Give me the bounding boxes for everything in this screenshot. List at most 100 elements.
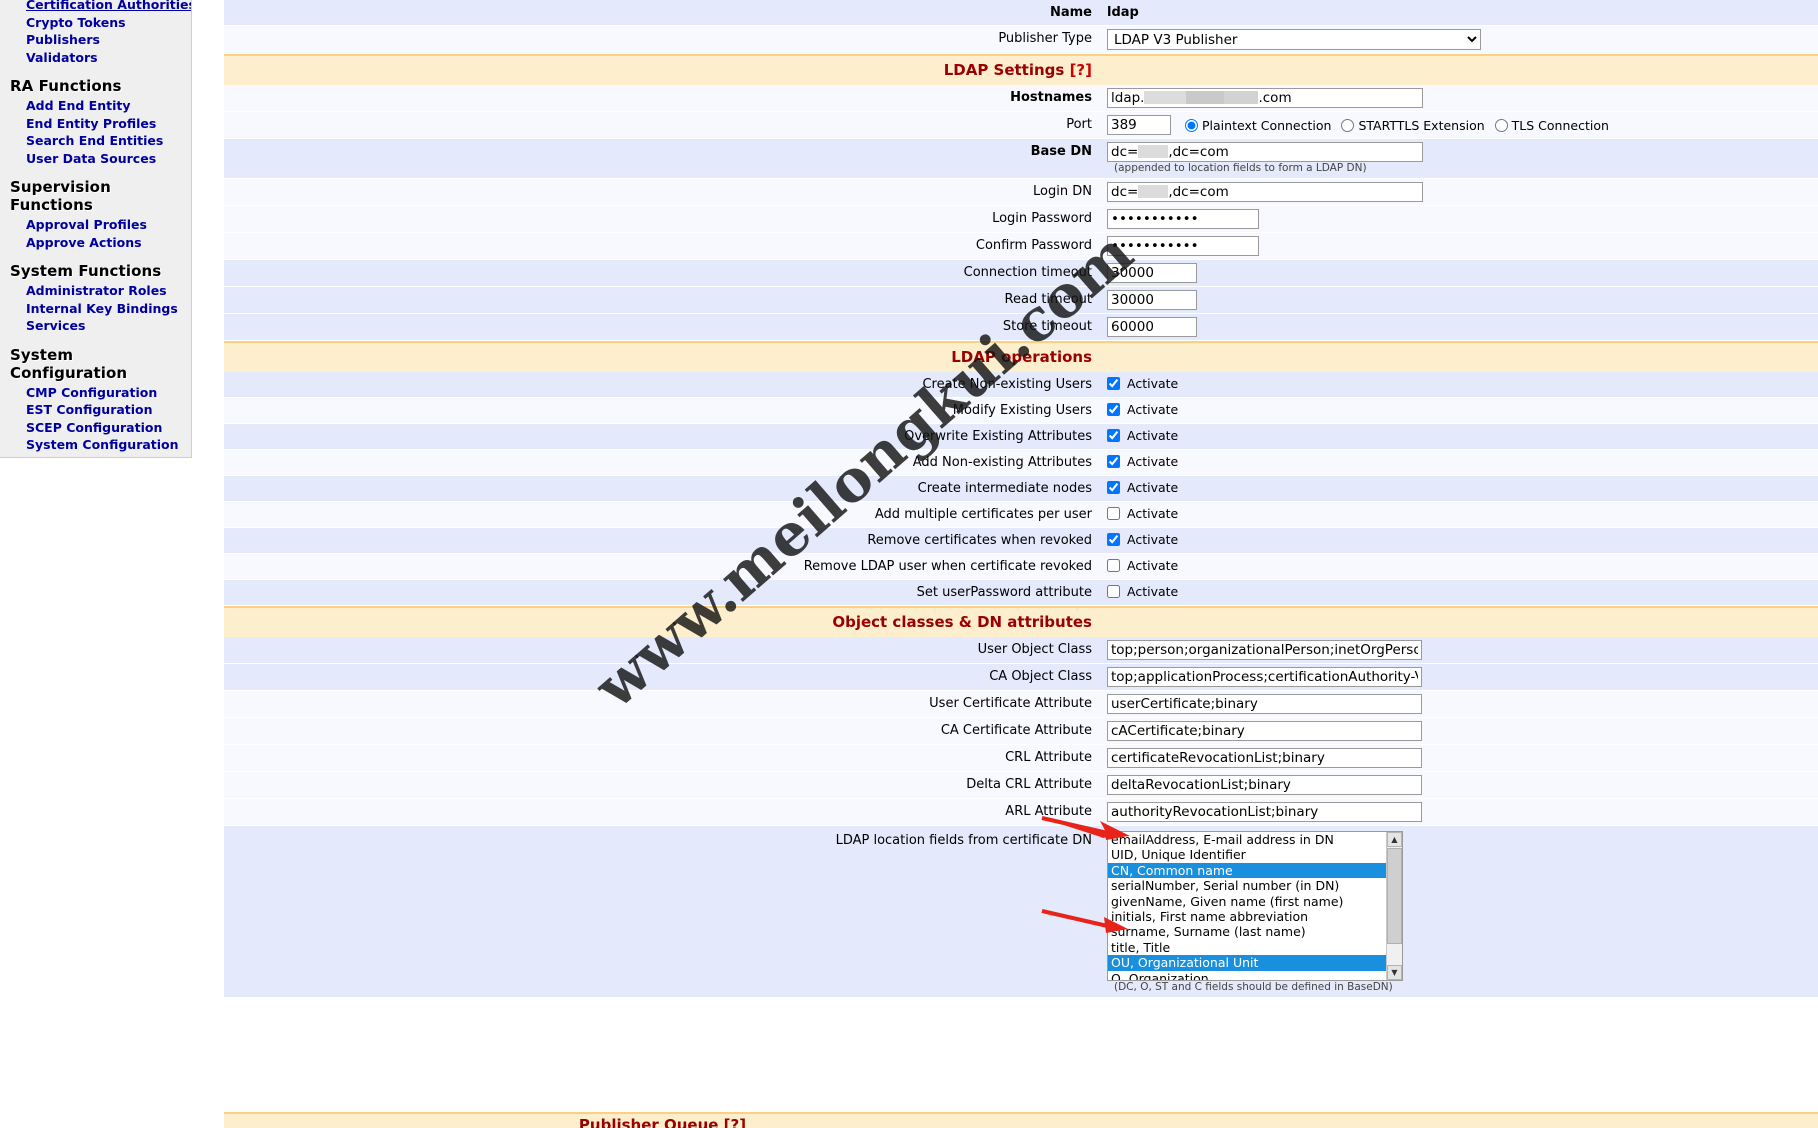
scroll-down-arrow-icon[interactable]: ▼ bbox=[1387, 965, 1402, 980]
option-cn[interactable]: CN, Common name bbox=[1108, 862, 1386, 879]
connection-timeout-input[interactable] bbox=[1107, 263, 1197, 283]
checkbox-input[interactable] bbox=[1107, 584, 1120, 598]
section-ldap-operations: LDAP operations bbox=[224, 341, 1818, 372]
row-ca-certificate-attribute: CA Certificate Attribute bbox=[224, 718, 1818, 745]
confirm-password-input[interactable]: ••••••••••• bbox=[1107, 236, 1259, 256]
checkbox-input[interactable] bbox=[1107, 402, 1120, 416]
label-add-non-existing-attributes: Add Non-existing Attributes bbox=[912, 455, 1092, 470]
row-set-userpassword-attribute: Set userPassword attribute Activate bbox=[224, 580, 1818, 606]
checkbox-input[interactable] bbox=[1107, 376, 1120, 390]
ca-object-class-input[interactable] bbox=[1107, 667, 1422, 687]
option-surname[interactable]: surname, Surname (last name) bbox=[1108, 924, 1386, 939]
row-remove-certificates-when-revoked: Remove certificates when revoked Activat… bbox=[224, 528, 1818, 554]
row-ca-object-class: CA Object Class bbox=[224, 664, 1818, 691]
publisher-type-select[interactable]: LDAP V3 Publisher bbox=[1107, 29, 1481, 50]
radio-input-tls[interactable] bbox=[1494, 118, 1508, 132]
label-login-dn: Login DN bbox=[1033, 184, 1092, 199]
option-emailaddress[interactable]: emailAddress, E-mail address in DN bbox=[1108, 832, 1386, 847]
sidebar-item-approval-profiles[interactable]: Approval Profiles bbox=[0, 216, 191, 234]
checkbox-input[interactable] bbox=[1107, 428, 1120, 442]
radio-starttls-extension[interactable]: STARTTLS Extension bbox=[1341, 118, 1485, 133]
listbox-options[interactable]: emailAddress, E-mail address in DN UID, … bbox=[1108, 832, 1386, 980]
row-user-certificate-attribute: User Certificate Attribute bbox=[224, 691, 1818, 718]
option-title[interactable]: title, Title bbox=[1108, 940, 1386, 955]
checkbox-add-multiple-certificates-per-user[interactable]: Activate bbox=[1107, 506, 1178, 521]
checkbox-input[interactable] bbox=[1107, 532, 1120, 546]
hint-ldap-location-fields: (DC, O, ST and C fields should be define… bbox=[1114, 981, 1393, 993]
scroll-up-arrow-icon[interactable]: ▲ bbox=[1387, 832, 1402, 847]
sidebar-item-crypto-tokens[interactable]: Crypto Tokens bbox=[0, 14, 191, 32]
checkbox-label: Activate bbox=[1127, 531, 1179, 547]
radio-plaintext-connection[interactable]: Plaintext Connection bbox=[1185, 118, 1331, 133]
port-input[interactable] bbox=[1107, 115, 1171, 135]
arl-attribute-input[interactable] bbox=[1107, 802, 1422, 822]
crl-attribute-input[interactable] bbox=[1107, 748, 1422, 768]
user-certificate-attribute-input[interactable] bbox=[1107, 694, 1422, 714]
sidebar-item-certification-authorities[interactable]: Certification Authorities bbox=[0, 0, 191, 14]
checkbox-input[interactable] bbox=[1107, 506, 1120, 520]
checkbox-label: Activate bbox=[1127, 453, 1179, 469]
row-overwrite-existing-attributes: Overwrite Existing Attributes Activate bbox=[224, 424, 1818, 450]
label-modify-existing-users: Modify Existing Users bbox=[952, 403, 1092, 418]
checkbox-create-intermediate-nodes[interactable]: Activate bbox=[1107, 480, 1178, 495]
checkbox-add-non-existing-attributes[interactable]: Activate bbox=[1107, 454, 1178, 469]
label-name: Name bbox=[1049, 5, 1092, 20]
base-dn-input[interactable]: dc= ,dc=com bbox=[1107, 142, 1423, 162]
listbox-scrollbar[interactable]: ▲ ▼ bbox=[1386, 832, 1402, 980]
checkbox-set-userpassword-attribute[interactable]: Activate bbox=[1107, 584, 1178, 599]
sidebar-item-add-end-entity[interactable]: Add End Entity bbox=[0, 97, 191, 115]
option-serialnumber[interactable]: serialNumber, Serial number (in DN) bbox=[1108, 878, 1386, 893]
hostnames-input[interactable]: ldap. .com bbox=[1107, 88, 1423, 108]
checkbox-input[interactable] bbox=[1107, 454, 1120, 468]
option-initials[interactable]: initials, First name abbreviation bbox=[1108, 909, 1386, 924]
delta-crl-attribute-input[interactable] bbox=[1107, 775, 1422, 795]
login-password-input[interactable]: ••••••••••• bbox=[1107, 209, 1259, 229]
ca-certificate-attribute-input[interactable] bbox=[1107, 721, 1422, 741]
label-remove-certificates-when-revoked: Remove certificates when revoked bbox=[867, 533, 1092, 548]
redaction-block bbox=[1138, 185, 1169, 198]
sidebar-item-scep-configuration[interactable]: SCEP Configuration bbox=[0, 419, 191, 437]
radio-input-plaintext[interactable] bbox=[1185, 118, 1198, 132]
row-user-object-class: User Object Class bbox=[224, 637, 1818, 664]
sidebar-item-approve-actions[interactable]: Approve Actions bbox=[0, 234, 191, 252]
sidebar-item-user-data-sources[interactable]: User Data Sources bbox=[0, 150, 191, 168]
checkbox-modify-existing-users[interactable]: Activate bbox=[1107, 402, 1178, 417]
scrollbar-thumb[interactable] bbox=[1387, 848, 1402, 944]
option-givenname[interactable]: givenName, Given name (first name) bbox=[1108, 894, 1386, 909]
sidebar-item-est-configuration[interactable]: EST Configuration bbox=[0, 401, 191, 419]
sidebar-item-system-configuration[interactable]: System Configuration bbox=[0, 436, 191, 454]
sidebar-item-end-entity-profiles[interactable]: End Entity Profiles bbox=[0, 115, 191, 133]
user-object-class-input[interactable] bbox=[1107, 640, 1422, 660]
option-ou[interactable]: OU, Organizational Unit bbox=[1108, 955, 1386, 971]
sidebar-item-publishers[interactable]: Publishers bbox=[0, 31, 191, 49]
label-set-userpassword-attribute: Set userPassword attribute bbox=[916, 585, 1092, 600]
login-dn-input[interactable]: dc= ,dc=com bbox=[1107, 182, 1423, 202]
sidebar-group-system-functions: System Functions Administrator Roles Int… bbox=[0, 251, 191, 335]
checkbox-remove-ldap-user-when-certificate-revoked[interactable]: Activate bbox=[1107, 558, 1178, 573]
row-add-multiple-certificates-per-user: Add multiple certificates per user Activ… bbox=[224, 502, 1818, 528]
store-timeout-input[interactable] bbox=[1107, 317, 1197, 337]
sidebar-item-services[interactable]: Services bbox=[0, 317, 191, 335]
radio-tls-connection[interactable]: TLS Connection bbox=[1494, 118, 1609, 133]
row-create-non-existing-users: Create Non-existing Users Activate bbox=[224, 372, 1818, 398]
checkbox-input[interactable] bbox=[1107, 558, 1120, 572]
sidebar-item-administrator-roles[interactable]: Administrator Roles bbox=[0, 282, 191, 300]
sidebar-group-supervision-functions: Supervision Functions Approval Profiles … bbox=[0, 167, 191, 251]
sidebar-item-validators[interactable]: Validators bbox=[0, 49, 191, 67]
checkbox-input[interactable] bbox=[1107, 480, 1120, 494]
checkbox-overwrite-existing-attributes[interactable]: Activate bbox=[1107, 428, 1178, 443]
sidebar-item-search-end-entities[interactable]: Search End Entities bbox=[0, 132, 191, 150]
radio-input-starttls[interactable] bbox=[1341, 118, 1355, 132]
help-icon-ldap-settings[interactable]: [?] bbox=[1070, 61, 1092, 79]
sidebar-item-internal-key-bindings[interactable]: Internal Key Bindings bbox=[0, 300, 191, 318]
checkbox-remove-certificates-when-revoked[interactable]: Activate bbox=[1107, 532, 1178, 547]
ldap-location-fields-listbox[interactable]: emailAddress, E-mail address in DN UID, … bbox=[1107, 831, 1403, 981]
checkbox-create-non-existing-users[interactable]: Activate bbox=[1107, 376, 1178, 391]
option-o[interactable]: O, Organization bbox=[1108, 971, 1386, 980]
row-store-timeout: Store timeout bbox=[224, 314, 1818, 341]
base-dn-prefix: dc= bbox=[1111, 144, 1139, 160]
row-arl-attribute: ARL Attribute bbox=[224, 799, 1818, 826]
sidebar-item-cmp-configuration[interactable]: CMP Configuration bbox=[0, 384, 191, 402]
option-uid[interactable]: UID, Unique Identifier bbox=[1108, 847, 1386, 862]
read-timeout-input[interactable] bbox=[1107, 290, 1197, 310]
